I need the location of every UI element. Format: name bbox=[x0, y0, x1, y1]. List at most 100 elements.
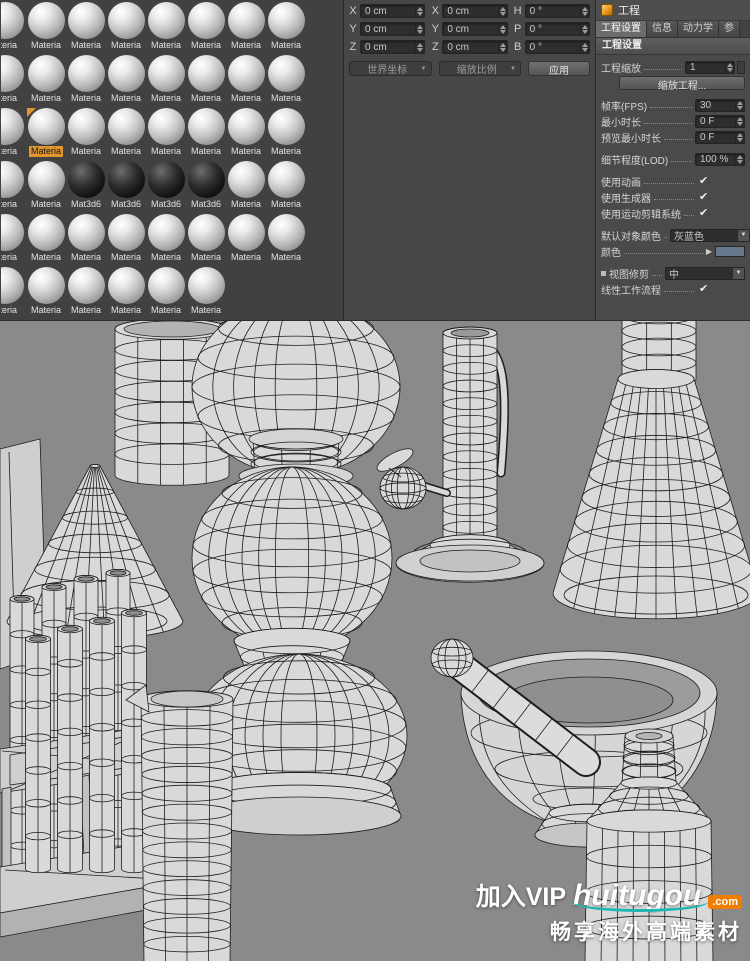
coordinate-input[interactable]: 0 cm bbox=[442, 40, 508, 54]
material-item[interactable]: Materia bbox=[107, 55, 145, 104]
coordinate-input[interactable]: 0 cm bbox=[442, 4, 508, 18]
material-item[interactable]: Materia bbox=[147, 55, 185, 104]
material-item[interactable]: Materia bbox=[267, 161, 305, 210]
stepper-arrows-icon[interactable] bbox=[579, 5, 589, 17]
step-up-icon[interactable] bbox=[499, 42, 506, 47]
material-item[interactable]: Materia bbox=[187, 267, 225, 316]
coordinate-input[interactable]: 0 cm bbox=[360, 22, 426, 36]
stepper-arrows-icon[interactable] bbox=[735, 99, 744, 111]
material-item[interactable]: Materia bbox=[1, 55, 25, 104]
material-item[interactable]: Materia bbox=[187, 108, 225, 157]
material-item[interactable]: Materia bbox=[1, 161, 25, 210]
step-up-icon[interactable] bbox=[737, 154, 743, 159]
step-down-icon[interactable] bbox=[499, 47, 506, 52]
fps-input[interactable]: 30 bbox=[695, 98, 745, 112]
step-up-icon[interactable] bbox=[727, 62, 733, 67]
material-item[interactable]: Mat3d6 bbox=[187, 161, 225, 210]
material-item[interactable]: Materia bbox=[27, 267, 65, 316]
use-animation-checkbox[interactable]: ✔ bbox=[697, 175, 745, 188]
tab-project-settings[interactable]: 工程设置 bbox=[596, 21, 647, 37]
coordinate-input[interactable]: 0 cm bbox=[442, 22, 508, 36]
material-item[interactable]: Materia bbox=[227, 161, 265, 210]
stepper-arrows-icon[interactable] bbox=[735, 131, 744, 143]
lod-input[interactable]: 100 % bbox=[695, 152, 745, 166]
scale-project-button[interactable]: 缩放工程... bbox=[619, 76, 745, 92]
coordinate-input[interactable]: 0 ° bbox=[524, 4, 590, 18]
step-down-icon[interactable] bbox=[737, 159, 743, 164]
step-up-icon[interactable] bbox=[417, 42, 424, 47]
material-item[interactable]: Materia bbox=[1, 267, 25, 316]
material-item[interactable]: Mat3d6 bbox=[67, 161, 105, 210]
step-down-icon[interactable] bbox=[737, 121, 743, 126]
step-up-icon[interactable] bbox=[737, 132, 743, 137]
material-item[interactable]: Materia bbox=[27, 214, 65, 263]
step-down-icon[interactable] bbox=[581, 29, 588, 34]
material-item[interactable]: Materia bbox=[67, 214, 105, 263]
stepper-arrows-icon[interactable] bbox=[735, 153, 744, 165]
step-down-icon[interactable] bbox=[417, 47, 424, 52]
tab-reference[interactable]: 参 bbox=[719, 21, 740, 37]
material-item[interactable]: Materia bbox=[67, 108, 105, 157]
step-down-icon[interactable] bbox=[581, 47, 588, 52]
material-item[interactable]: Materia bbox=[147, 108, 185, 157]
material-item[interactable]: Materia bbox=[27, 108, 65, 157]
step-up-icon[interactable] bbox=[737, 100, 743, 105]
step-down-icon[interactable] bbox=[499, 11, 506, 16]
material-item[interactable]: Materia bbox=[147, 267, 185, 316]
step-down-icon[interactable] bbox=[417, 29, 424, 34]
material-item[interactable]: Materia bbox=[227, 108, 265, 157]
material-item[interactable]: Materia bbox=[187, 55, 225, 104]
step-down-icon[interactable] bbox=[727, 67, 733, 72]
tab-dynamics[interactable]: 动力学 bbox=[678, 21, 719, 37]
material-item[interactable]: Materia bbox=[1, 2, 25, 51]
use-motion-system-checkbox[interactable]: ✔ bbox=[697, 207, 745, 220]
material-item[interactable]: Materia bbox=[267, 214, 305, 263]
use-generators-checkbox[interactable]: ✔ bbox=[697, 191, 745, 204]
step-down-icon[interactable] bbox=[737, 105, 743, 110]
material-item[interactable]: Materia bbox=[67, 2, 105, 51]
step-down-icon[interactable] bbox=[737, 137, 743, 142]
material-item[interactable]: Materia bbox=[27, 161, 65, 210]
stepper-arrows-icon[interactable] bbox=[415, 23, 424, 35]
stepper-arrows-icon[interactable] bbox=[415, 41, 424, 53]
stepper-arrows-icon[interactable] bbox=[497, 23, 507, 35]
step-up-icon[interactable] bbox=[417, 6, 424, 11]
material-item[interactable]: Materia bbox=[187, 214, 225, 263]
material-item[interactable]: Materia bbox=[27, 55, 65, 104]
default-object-color-dropdown[interactable]: 灰蓝色 ▼ bbox=[670, 228, 750, 243]
step-up-icon[interactable] bbox=[737, 116, 743, 121]
preview-min-time-input[interactable]: 0 F bbox=[695, 130, 745, 144]
step-up-icon[interactable] bbox=[581, 6, 588, 11]
material-item[interactable]: Materia bbox=[187, 2, 225, 51]
material-item[interactable]: Materia bbox=[107, 214, 145, 263]
coordinate-system-dropdown[interactable]: 世界坐标 ▼ bbox=[349, 61, 432, 76]
material-item[interactable]: Materia bbox=[1, 214, 25, 263]
stepper-arrows-icon[interactable] bbox=[579, 41, 589, 53]
material-item[interactable]: Mat3d6 bbox=[107, 161, 145, 210]
step-up-icon[interactable] bbox=[581, 42, 588, 47]
material-item[interactable]: Materia bbox=[147, 2, 185, 51]
material-item[interactable]: Materia bbox=[267, 108, 305, 157]
material-item[interactable]: Materia bbox=[227, 214, 265, 263]
stepper-arrows-icon[interactable] bbox=[725, 61, 734, 73]
linear-workflow-checkbox[interactable]: ✔ bbox=[697, 283, 745, 296]
material-item[interactable]: Materia bbox=[27, 2, 65, 51]
stepper-arrows-icon[interactable] bbox=[497, 41, 507, 53]
stepper-arrows-icon[interactable] bbox=[735, 115, 744, 127]
step-down-icon[interactable] bbox=[581, 11, 588, 16]
step-up-icon[interactable] bbox=[581, 24, 588, 29]
material-item[interactable]: Materia bbox=[67, 267, 105, 316]
clipped-unit-box[interactable] bbox=[737, 60, 745, 74]
apply-button[interactable]: 应用 bbox=[528, 61, 590, 77]
scale-mode-dropdown[interactable]: 缩放比例 ▼ bbox=[438, 61, 521, 76]
tab-info[interactable]: 信息 bbox=[647, 21, 678, 37]
step-down-icon[interactable] bbox=[417, 11, 424, 16]
coordinate-input[interactable]: 0 cm bbox=[360, 40, 426, 54]
color-swatch[interactable] bbox=[715, 245, 745, 257]
coordinate-input[interactable]: 0 cm bbox=[360, 4, 426, 18]
min-time-input[interactable]: 0 F bbox=[695, 114, 745, 128]
stepper-arrows-icon[interactable] bbox=[497, 5, 507, 17]
step-down-icon[interactable] bbox=[499, 29, 506, 34]
material-item[interactable]: Materia bbox=[107, 2, 145, 51]
stepper-arrows-icon[interactable] bbox=[579, 23, 589, 35]
